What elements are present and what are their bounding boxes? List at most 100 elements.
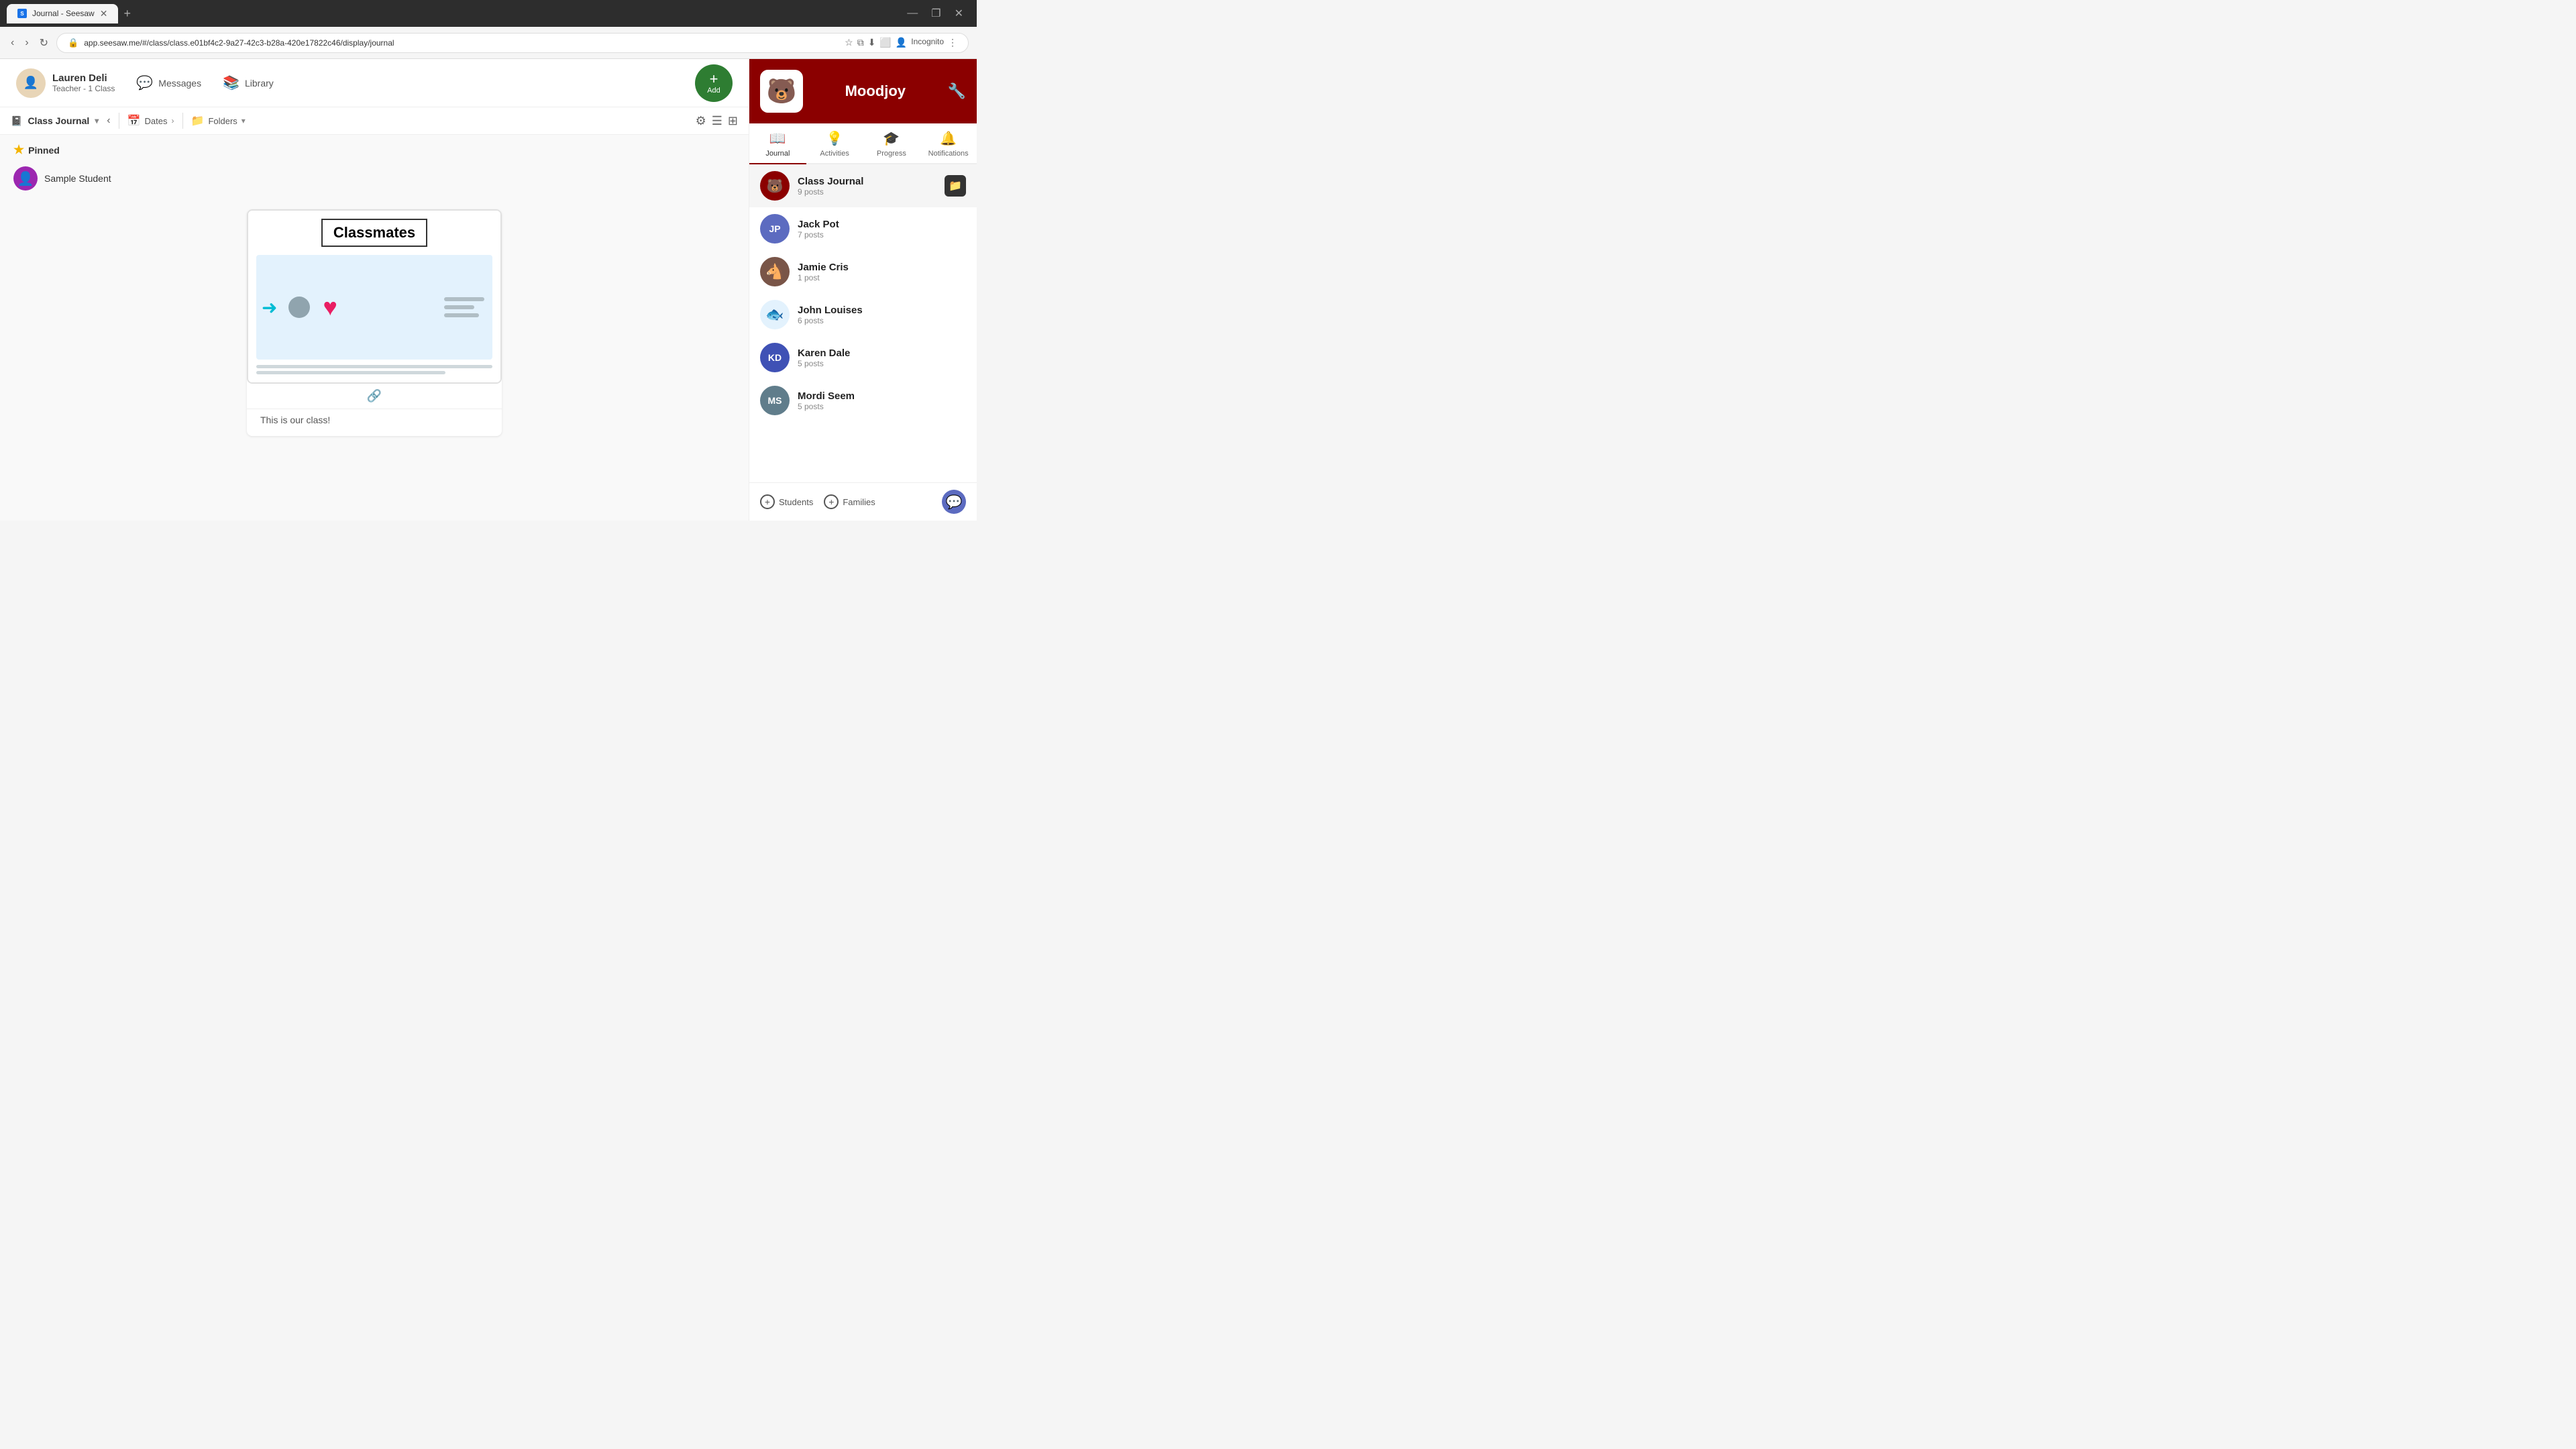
student-row-jack-pot[interactable]: JP Jack Pot 7 posts: [749, 207, 977, 250]
activities-tab[interactable]: 💡 Activities: [806, 123, 863, 163]
reload-button[interactable]: ↻: [37, 34, 51, 52]
filter-separator-2: [182, 113, 183, 129]
mordi-seem-avatar: MS: [760, 386, 790, 415]
tab-close-btn[interactable]: ✕: [100, 8, 108, 19]
class-journal-folder-btn[interactable]: 📁: [945, 175, 966, 197]
address-bar[interactable]: 🔒 app.seesaw.me/#/class/class.e01bf4c2-9…: [56, 33, 969, 53]
pinned-label: ★ Pinned: [13, 143, 735, 157]
journal-tab-label: Journal: [765, 150, 790, 158]
bottom-actions: + Students + Families 💬: [749, 482, 977, 521]
student-row-jamie-cris[interactable]: 🐴 Jamie Cris 1 post: [749, 250, 977, 293]
user-details: Lauren Deli Teacher - 1 Class: [52, 72, 115, 93]
menu-icon[interactable]: ⋮: [948, 37, 957, 48]
filter-options-btn[interactable]: ⚙: [696, 114, 706, 128]
filter-bar: 📓 Class Journal ▾ ‹ 📅 Dates › 📁 Folders …: [0, 107, 749, 135]
sample-student-item[interactable]: 👤 Sample Student: [13, 162, 735, 195]
journal-tab-icon: 📖: [769, 130, 786, 147]
folders-filter[interactable]: 📁 Folders ▾: [191, 114, 246, 127]
class-journal-info: Class Journal 9 posts: [798, 176, 863, 197]
new-tab-button[interactable]: +: [118, 4, 136, 23]
messages-nav[interactable]: 💬 Messages: [136, 74, 201, 91]
john-louises-posts: 6 posts: [798, 316, 863, 325]
classmates-content: ➜ ♥: [256, 255, 492, 360]
tab-favicon: S: [17, 9, 27, 18]
pin-star-icon: ★: [13, 143, 24, 157]
top-navigation: 👤 Lauren Deli Teacher - 1 Class 💬 Messag…: [0, 59, 749, 107]
messages-label: Messages: [158, 78, 201, 89]
library-nav[interactable]: 📚 Library: [223, 74, 274, 91]
post-card: Classmates ➜ ♥: [247, 209, 502, 436]
settings-icon[interactable]: 🔧: [948, 83, 966, 100]
student-row-mordi-seem[interactable]: MS Mordi Seem 5 posts: [749, 379, 977, 422]
dates-label: Dates: [145, 116, 168, 126]
journal-prev-btn[interactable]: ‹: [107, 115, 110, 127]
add-button[interactable]: + Add: [695, 64, 733, 102]
user-avatar: 👤: [16, 68, 46, 98]
link-icon[interactable]: 🔗: [247, 384, 502, 409]
john-louises-info: John Louises 6 posts: [798, 305, 863, 325]
post-image: Classmates ➜ ♥: [247, 209, 502, 384]
class-journal-name: Class Journal: [798, 176, 863, 187]
class-journal-row[interactable]: 🐻 Class Journal 9 posts 📁: [749, 164, 977, 207]
families-button[interactable]: + Families: [824, 490, 875, 514]
john-louises-name: John Louises: [798, 305, 863, 316]
jamie-cris-info: Jamie Cris 1 post: [798, 262, 849, 282]
moodjoy-header: 🐻 Moodjoy 🔧: [749, 59, 977, 123]
right-panel: 🐻 Moodjoy 🔧 📖 Journal 💡 Activities 🎓 Pro…: [749, 59, 977, 521]
url-text: app.seesaw.me/#/class/class.e01bf4c2-9a2…: [84, 38, 394, 48]
cast-icon[interactable]: ⬜: [879, 37, 891, 48]
moodjoy-avatar: 🐻: [760, 70, 803, 113]
minimize-button[interactable]: —: [903, 6, 922, 21]
line-3: [444, 313, 479, 317]
sample-student-name: Sample Student: [44, 173, 111, 184]
bookmark-icon[interactable]: ☆: [845, 37, 853, 48]
pinned-text: Pinned: [28, 145, 60, 156]
post-area: Classmates ➜ ♥: [0, 199, 749, 447]
maximize-button[interactable]: ❐: [927, 5, 945, 21]
mordi-seem-info: Mordi Seem 5 posts: [798, 390, 855, 411]
add-label: Add: [707, 87, 720, 95]
jack-pot-avatar: JP: [760, 214, 790, 244]
back-button[interactable]: ‹: [8, 34, 17, 52]
close-button[interactable]: ✕: [951, 5, 967, 21]
journal-tab[interactable]: 📖 Journal: [749, 123, 806, 163]
journal-selector-icon: 📓: [11, 115, 22, 127]
active-tab[interactable]: S Journal - Seesaw ✕: [7, 4, 118, 23]
students-label: Students: [779, 497, 813, 507]
classmates-title: Classmates: [321, 219, 427, 247]
notifications-tab[interactable]: 🔔 Notifications: [920, 123, 977, 163]
jack-pot-posts: 7 posts: [798, 230, 839, 239]
students-button[interactable]: + Students: [760, 490, 813, 514]
right-nav: 📖 Journal 💡 Activities 🎓 Progress 🔔 Noti…: [749, 123, 977, 164]
add-plus-icon: +: [710, 72, 718, 87]
journal-selector[interactable]: 📓 Class Journal ▾: [11, 115, 99, 127]
grid-view-btn[interactable]: ⊞: [728, 114, 738, 128]
student-row-john-louises[interactable]: 🐟 John Louises 6 posts: [749, 293, 977, 336]
class-journal-avatar: 🐻: [760, 171, 790, 201]
footer-line-1: [256, 365, 492, 368]
jack-pot-name: Jack Pot: [798, 219, 839, 230]
download-icon[interactable]: ⬇: [868, 37, 876, 48]
folders-expand-icon: ▾: [241, 116, 246, 125]
messages-icon: 💬: [136, 74, 153, 91]
dates-filter[interactable]: 📅 Dates ›: [127, 114, 174, 127]
john-louises-avatar: 🐟: [760, 300, 790, 329]
jamie-cris-avatar: 🐴: [760, 257, 790, 286]
pinned-section: ★ Pinned 👤 Sample Student: [0, 135, 749, 199]
karen-dale-info: Karen Dale 5 posts: [798, 347, 850, 368]
classmates-footer: [256, 365, 492, 374]
moodjoy-title: Moodjoy: [803, 83, 948, 100]
dates-icon: 📅: [127, 114, 141, 127]
folders-label: Folders: [208, 116, 237, 126]
student-row-karen-dale[interactable]: KD Karen Dale 5 posts: [749, 336, 977, 379]
extensions-icon[interactable]: ⧉: [857, 37, 864, 48]
progress-tab[interactable]: 🎓 Progress: [863, 123, 920, 163]
families-label: Families: [843, 497, 875, 507]
chat-bubble-btn[interactable]: 💬: [942, 490, 966, 514]
students-add-icon: +: [760, 494, 775, 509]
line-1: [444, 297, 484, 301]
journal-chevron-down[interactable]: ▾: [95, 116, 99, 125]
list-view-btn[interactable]: ☰: [712, 114, 722, 128]
mordi-seem-name: Mordi Seem: [798, 390, 855, 402]
forward-button[interactable]: ›: [22, 34, 31, 52]
